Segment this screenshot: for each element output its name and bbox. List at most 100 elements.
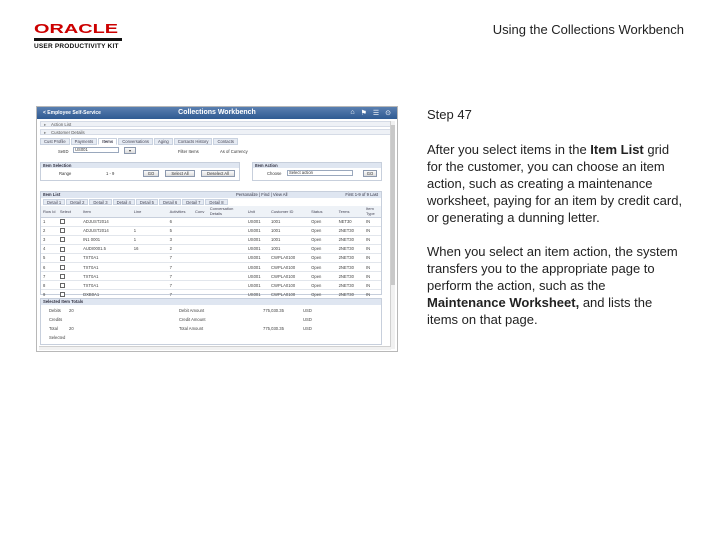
select-cell[interactable]: [57, 280, 82, 291]
col-header[interactable]: Activities: [167, 206, 193, 218]
table-row[interactable]: 8 TXT0A1 7 US001 CWPLA0100 Open 2NET30 IN: [41, 280, 381, 291]
grid-tab-detail-7[interactable]: Detail 7: [182, 199, 205, 205]
select-cell[interactable]: [57, 271, 82, 282]
tab-contacts[interactable]: Contacts: [213, 138, 238, 145]
col-header[interactable]: Item Type: [364, 206, 381, 218]
item-list-header: Item List Personalize | Find | View All …: [41, 192, 381, 198]
table-cell: [207, 253, 246, 263]
col-header[interactable]: Status: [309, 206, 337, 218]
grid-tab-detail-2[interactable]: Detail 2: [66, 199, 89, 205]
grid-tab-detail-1[interactable]: Detail 1: [43, 199, 66, 205]
table-cell: 2NET30: [336, 262, 365, 273]
horizontal-scrollbar[interactable]: [39, 346, 391, 350]
table-row[interactable]: 7 TXT0A1 7 US001 CWPLA0100 Open 2NET30 IN: [41, 271, 381, 282]
row-checkbox[interactable]: [59, 282, 65, 288]
grid-tab-detail-5[interactable]: Detail 5: [135, 199, 159, 205]
table-cell: 7: [167, 262, 193, 273]
table-cell: US001: [245, 253, 269, 263]
table-row[interactable]: 2 ADJUST2014 1 5 US001 1001 Open 2NET30 IN: [41, 226, 381, 236]
table-cell: 1001: [269, 217, 310, 227]
expand-icon[interactable]: ▸: [44, 122, 46, 128]
table-cell: 2: [167, 244, 193, 254]
table-row[interactable]: 4 AUDI0001.5 16 2 US001 1001 Open 2NET30 IN: [41, 244, 381, 254]
go-button[interactable]: GO: [143, 170, 159, 177]
table-cell: Open: [309, 217, 337, 227]
row-checkbox[interactable]: [59, 291, 65, 297]
row-checkbox[interactable]: [59, 237, 65, 243]
scroll-thumb[interactable]: [391, 125, 395, 285]
table-row[interactable]: 1 ADJUST2014 6 US001 1001 Open NET30 IN: [41, 217, 381, 227]
col-header[interactable]: Item: [81, 206, 132, 218]
tab-items[interactable]: Items: [98, 138, 118, 145]
col-header[interactable]: Unit: [245, 206, 269, 218]
action-label: Choose: [267, 171, 282, 176]
action-list-panel[interactable]: ▸ Action List: [40, 121, 394, 127]
select-cell[interactable]: [57, 244, 82, 254]
table-cell: [131, 253, 168, 263]
grid-tab-detail-4[interactable]: Detail 4: [112, 199, 135, 205]
col-header[interactable]: Select: [57, 206, 82, 218]
tab-conversations[interactable]: Conversations: [118, 138, 154, 145]
more-icon[interactable]: ⊙: [385, 109, 391, 117]
action-go-button[interactable]: GO: [363, 170, 377, 177]
table-cell: IN: [364, 217, 381, 227]
table-cell: US001: [245, 271, 269, 282]
item-action-select[interactable]: Select action: [287, 170, 353, 176]
lookup-button[interactable]: ▾: [124, 147, 136, 154]
col-header[interactable]: Row Id: [41, 206, 58, 218]
table-cell: [131, 217, 168, 227]
totals-cur: USD: [303, 317, 312, 322]
table-cell: IN: [364, 253, 381, 263]
vertical-scrollbar[interactable]: [390, 121, 395, 349]
text-run: When you select an item action, the syst…: [427, 244, 678, 293]
table-row[interactable]: 5 TXT0A1 7 US001 CWPLA0100 Open 2NET30 IN: [41, 253, 381, 263]
select-cell[interactable]: [57, 262, 82, 273]
col-header[interactable]: Conversation Details: [207, 206, 246, 218]
col-header[interactable]: Terms: [336, 206, 365, 218]
menu-icon[interactable]: ☰: [373, 109, 379, 117]
col-header[interactable]: Line: [131, 206, 168, 218]
customer-details-panel[interactable]: ▸ Customer Details: [40, 129, 394, 135]
tab-cust-profile[interactable]: Cust Profile: [40, 138, 70, 145]
select-cell[interactable]: [57, 226, 82, 236]
row-checkbox[interactable]: [59, 219, 65, 225]
tab-contacts-history[interactable]: Contacts History: [173, 138, 213, 145]
table-row[interactable]: 3 IN1 0001 1 3 US001 1001 Open 2NET30 IN: [41, 235, 381, 245]
slide-title: Using the Collections Workbench: [492, 22, 684, 37]
grid-tab-detail-3[interactable]: Detail 3: [89, 199, 112, 205]
table-cell: 16: [131, 244, 168, 254]
grid-tab-detail-8[interactable]: Detail 8: [205, 199, 228, 205]
app-title: Collections Workbench: [178, 109, 256, 116]
totals-header: Selected Item Totals: [41, 299, 381, 305]
item-table: Row Id Select Item Line Activities Conv …: [41, 206, 381, 300]
home-icon[interactable]: ⌂: [350, 109, 354, 117]
table-header-row: Row Id Select Item Line Activities Conv …: [41, 206, 381, 218]
table-cell: [207, 262, 246, 273]
tab-aging[interactable]: Aging: [154, 138, 173, 145]
setid-field[interactable]: US001: [73, 147, 119, 153]
col-header[interactable]: Customer ID: [269, 206, 310, 218]
expand-icon[interactable]: ▸: [44, 130, 46, 136]
select-cell[interactable]: [57, 253, 82, 263]
table-cell: IN: [364, 244, 381, 254]
grid-tab-detail-6[interactable]: Detail 6: [159, 199, 182, 205]
table-cell: [193, 253, 208, 263]
row-checkbox[interactable]: [59, 228, 65, 234]
table-cell: Open: [309, 253, 337, 263]
select-cell[interactable]: [57, 217, 82, 227]
flag-icon[interactable]: ⚑: [361, 109, 367, 117]
deselect-all-button[interactable]: Deselect All: [201, 170, 235, 177]
grid-pager[interactable]: First 1-9 of 9 Last: [345, 192, 378, 198]
row-checkbox[interactable]: [59, 255, 65, 261]
grid-personalize-links[interactable]: Personalize | Find | View All: [236, 192, 287, 198]
row-checkbox[interactable]: [59, 246, 65, 252]
col-header[interactable]: Conv: [193, 206, 208, 218]
row-checkbox[interactable]: [59, 273, 65, 279]
select-cell[interactable]: [57, 235, 82, 245]
item-list-grid: Item List Personalize | Find | View All …: [40, 191, 382, 300]
select-all-button[interactable]: Select All: [165, 170, 195, 177]
table-row[interactable]: 6 TXT0A1 7 US001 CWPLA0100 Open 2NET30 IN: [41, 262, 381, 273]
row-checkbox[interactable]: [59, 264, 65, 270]
tab-payments[interactable]: Payments: [70, 138, 98, 145]
table-cell: 3: [41, 235, 58, 245]
